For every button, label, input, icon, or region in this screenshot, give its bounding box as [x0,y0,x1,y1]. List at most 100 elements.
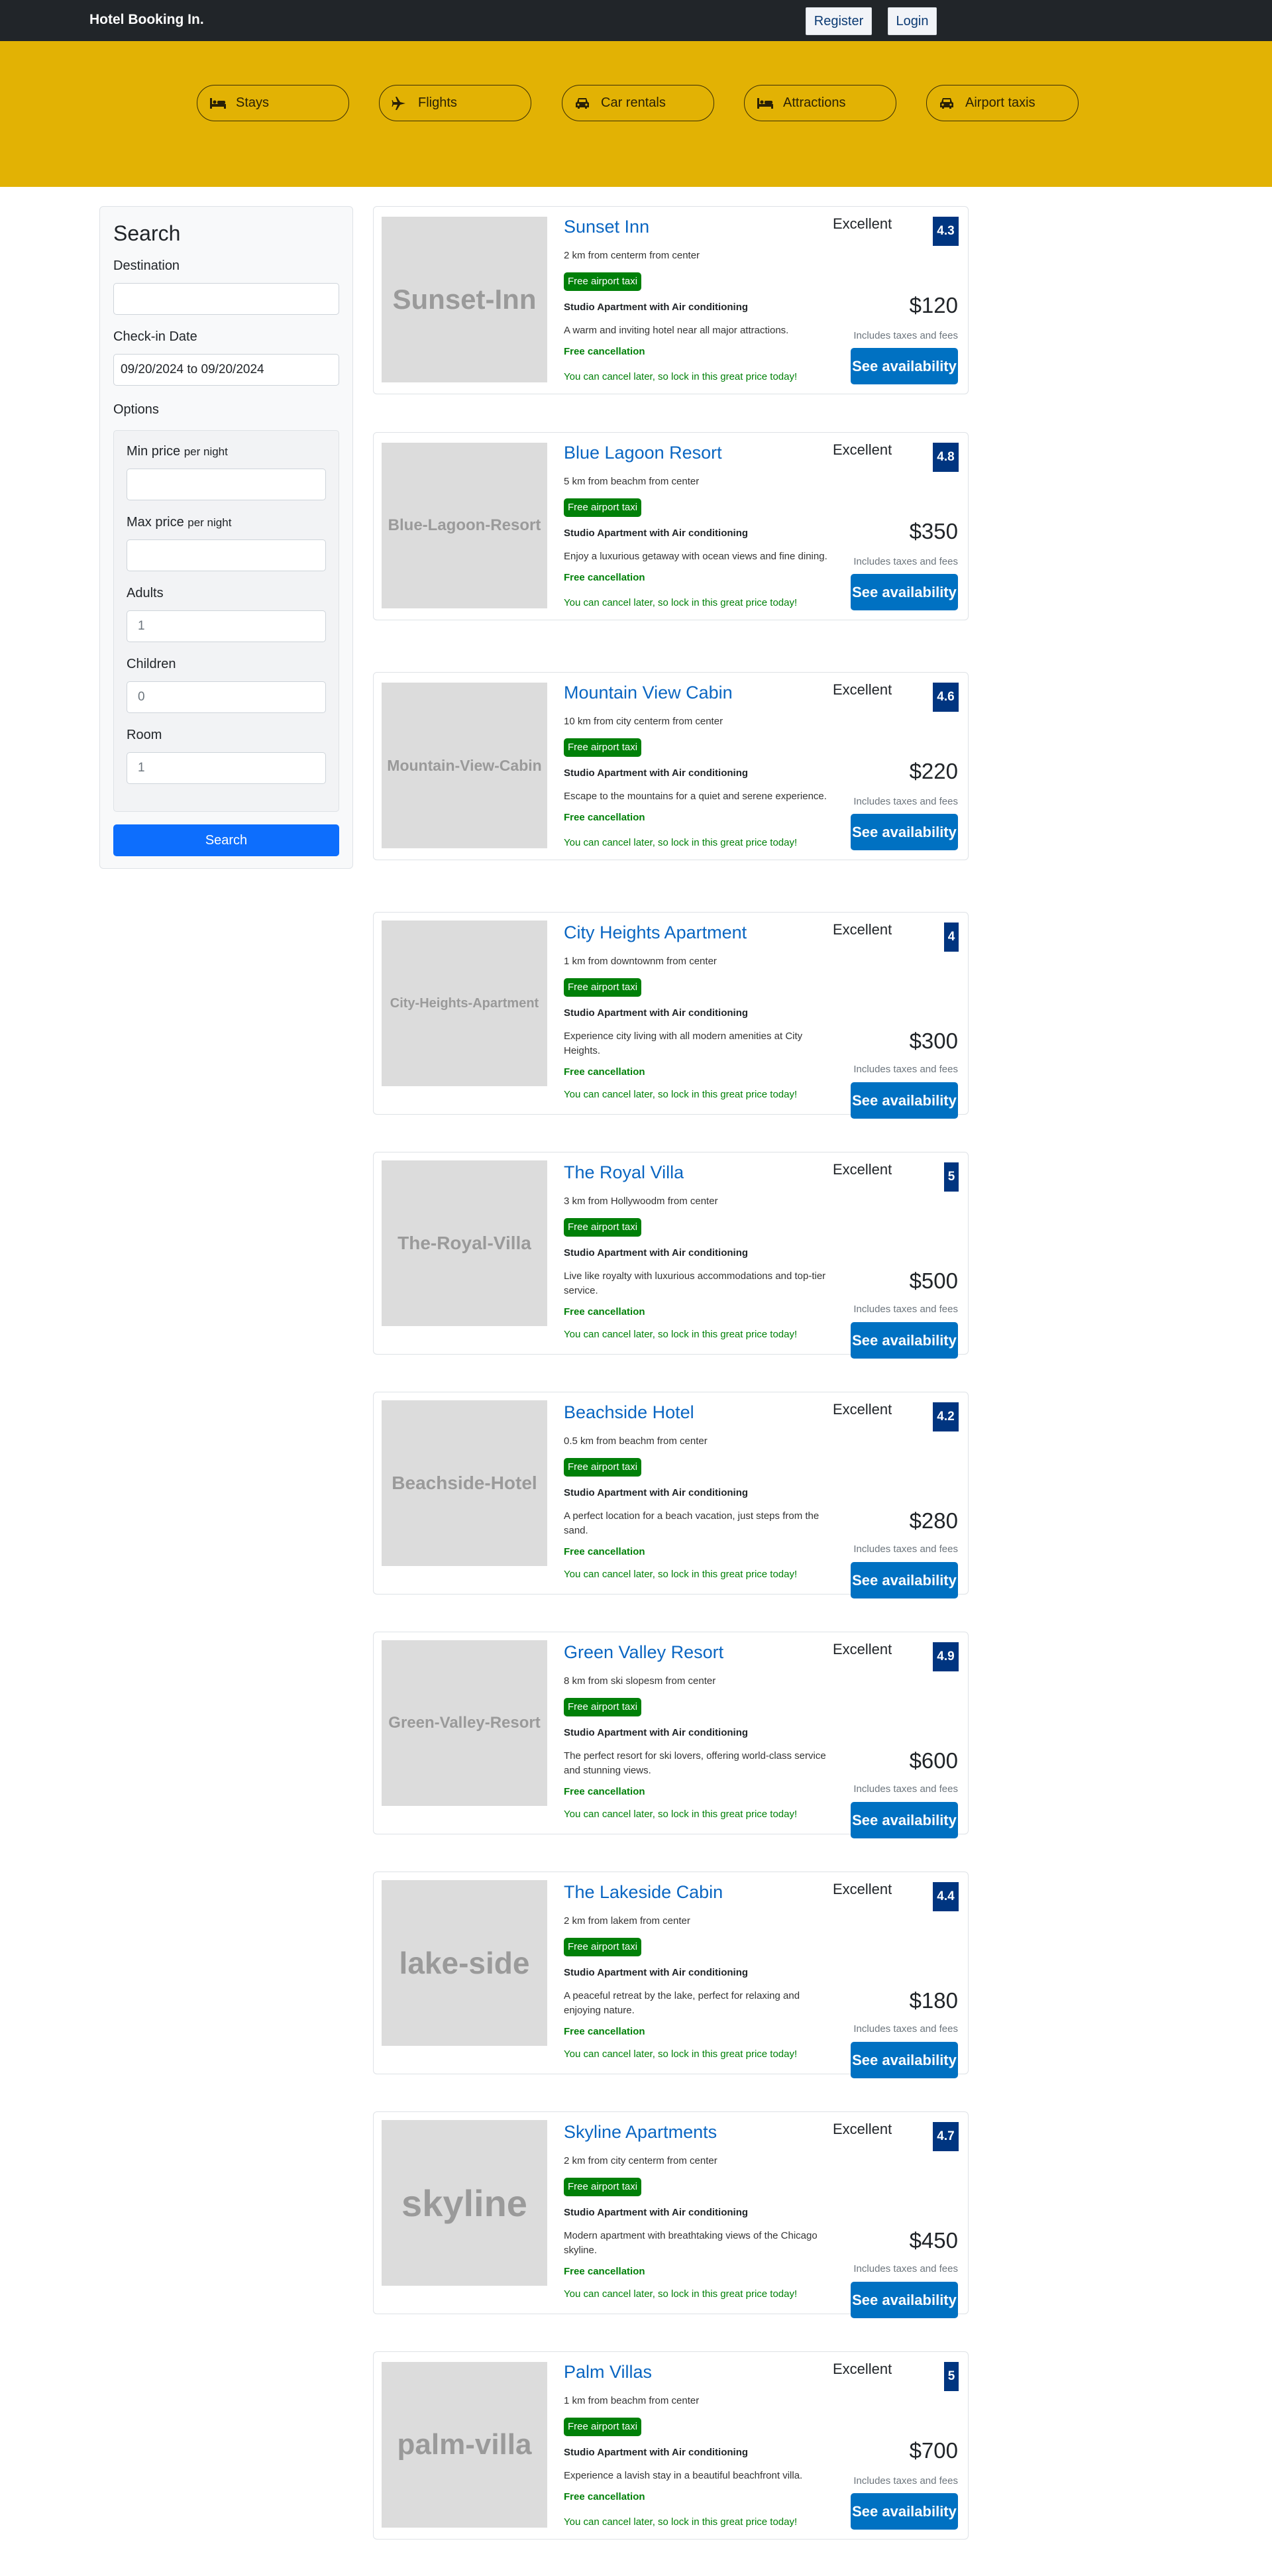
adults-input[interactable]: 1 [127,610,326,642]
hotel-card: Beachside-Hotel Beachside Hotel 0.5 km fro… [373,1392,969,1598]
min-price-label: Min price per night [127,444,228,459]
hotel-card: Mountain-View-Cabin Mountain View Cabin 10… [373,672,969,860]
hotel-description: Enjoy a luxurious getaway with ocean vie… [564,551,827,562]
taxi-badge: Free airport taxi [564,1458,642,1477]
taxes-note: Includes taxes and fees [853,556,958,567]
see-availability-button[interactable]: See availability [851,348,958,384]
children-label: Children [127,657,176,671]
see-availability-button[interactable]: See availability [851,1082,958,1119]
taxi-badge: Free airport taxi [564,2178,642,2196]
tab-car-rentals[interactable]: Car rentals [562,85,714,121]
tab-flights[interactable]: Flights [379,85,531,121]
room-type: Studio Apartment with Air conditioning [564,528,749,539]
hotel-thumbnail[interactable]: skyline [382,2120,547,2286]
taxi-badge: Free airport taxi [564,978,642,997]
room-type: Studio Apartment with Air conditioning [564,1487,749,1498]
see-availability-button[interactable]: See availability [851,1562,958,1598]
max-price-input[interactable] [127,539,326,571]
hotel-distance: 10 km from city centerm from center [564,716,723,727]
hotel-description: Experience city living with all modern a… [564,1031,803,1056]
hotel-card: Sunset-Inn Sunset Inn 2 km from centerm fr… [373,206,969,394]
hotel-price: $280 [909,1508,958,1533]
hotel-name-link[interactable]: Green Valley Resort [564,1642,723,1663]
thumbnail-text: Blue-Lagoon-Resort [388,516,541,534]
see-availability-button[interactable]: See availability [851,2282,958,2318]
hotel-thumbnail[interactable]: Green-Valley-Resort [382,1640,547,1806]
max-price-text: Max price [127,515,184,530]
hotel-name-link[interactable]: Mountain View Cabin [564,683,733,703]
hotel-price: $500 [909,1268,958,1293]
rating-text: Excellent [833,1401,892,1418]
tab-label: Stays [236,95,270,110]
hotel-name-link[interactable]: Skyline Apartments [564,2122,717,2143]
cancel-subtitle: You can cancel later, so lock in this gr… [564,2048,798,2060]
see-availability-button[interactable]: See availability [851,814,958,850]
hotel-price: $700 [909,2438,958,2463]
hotel-distance: 2 km from centerm from center [564,250,700,261]
rating-text: Excellent [833,1641,892,1657]
hotel-name-link[interactable]: Palm Villas [564,2362,652,2382]
hotel-name-link[interactable]: The Royal Villa [564,1162,684,1183]
plane-icon [392,96,409,111]
hotel-thumbnail[interactable]: Mountain-View-Cabin [382,683,547,848]
hotel-name-link[interactable]: The Lakeside Cabin [564,1882,723,1903]
login-button[interactable]: Login [888,7,937,35]
car-icon [574,96,592,111]
room-type: Studio Apartment with Air conditioning [564,1007,749,1019]
hotel-thumbnail[interactable]: The-Royal-Villa [382,1160,547,1326]
room-type: Studio Apartment with Air conditioning [564,1967,749,1978]
hotel-thumbnail[interactable]: Blue-Lagoon-Resort [382,443,547,608]
hotel-name-link[interactable]: Blue Lagoon Resort [564,443,722,463]
brand-logo[interactable]: Hotel Booking In. [89,12,204,28]
options-label: Options [113,402,159,417]
hotel-distance: 2 km from lakem from center [564,1915,690,1927]
hotel-description: The perfect resort for ski lovers, offer… [564,1750,826,1776]
hotel-name-link[interactable]: Beachside Hotel [564,1402,694,1423]
hotel-distance: 3 km from Hollywoodm from center [564,1196,718,1207]
thumbnail-text: The-Royal-Villa [398,1233,531,1253]
hotel-card: lake-side The Lakeside Cabin 2 km from lak… [373,1872,969,2078]
see-availability-button[interactable]: See availability [851,2042,958,2078]
tab-attractions[interactable]: Attractions [744,85,896,121]
see-availability-button[interactable]: See availability [851,1322,958,1359]
tab-stays[interactable]: Stays [197,85,349,121]
rating-score: 4.7 [933,2122,959,2151]
hotel-thumbnail[interactable]: lake-side [382,1880,547,2046]
hotel-thumbnail[interactable]: Sunset-Inn [382,217,547,382]
hotel-price: $350 [909,519,958,543]
destination-input[interactable] [113,283,339,315]
free-cancellation: Free cancellation [564,1546,645,1557]
room-input[interactable]: 1 [127,752,326,784]
see-availability-button[interactable]: See availability [851,2493,958,2530]
hotel-description: A warm and inviting hotel near all major… [564,325,789,336]
tab-label: Attractions [783,95,846,110]
search-title: Search [113,221,181,245]
hotel-name-link[interactable]: Sunset Inn [564,217,649,237]
see-availability-button[interactable]: See availability [851,1802,958,1838]
rating-text: Excellent [833,215,892,232]
tab-airport-taxis[interactable]: Airport taxis [926,85,1079,121]
per-night-text: per night [187,516,232,529]
cancel-subtitle: You can cancel later, so lock in this gr… [564,1809,798,1820]
hotel-description: Live like royalty with luxurious accommo… [564,1270,826,1296]
hotel-card: Green-Valley-Resort Green Valley Resort 8 … [373,1632,969,1838]
taxi-badge: Free airport taxi [564,1938,642,1956]
hotel-card: The-Royal-Villa The Royal Villa 3 km from … [373,1152,969,1359]
hotel-price: $180 [909,1988,958,2013]
hotel-thumbnail[interactable]: palm-villa [382,2362,547,2528]
register-button[interactable]: Register [806,7,872,35]
checkin-date-input[interactable]: 09/20/2024 to 09/20/2024 [113,354,339,386]
thumbnail-text: City-Heights-Apartment [390,995,539,1011]
hotel-card: City-Heights-Apartment City Heights Apart… [373,912,969,1119]
hotel-name-link[interactable]: City Heights Apartment [564,923,747,943]
hotel-thumbnail[interactable]: Beachside-Hotel [382,1400,547,1566]
children-input[interactable]: 0 [127,681,326,713]
min-price-input[interactable] [127,469,326,500]
thumbnail-text: lake-side [399,1946,530,1980]
hotel-thumbnail[interactable]: City-Heights-Apartment [382,921,547,1086]
search-button[interactable]: Search [113,824,339,856]
room-type: Studio Apartment with Air conditioning [564,1247,749,1259]
see-availability-button[interactable]: See availability [851,574,958,610]
thumbnail-text: skyline [401,2182,527,2224]
free-cancellation: Free cancellation [564,812,645,823]
